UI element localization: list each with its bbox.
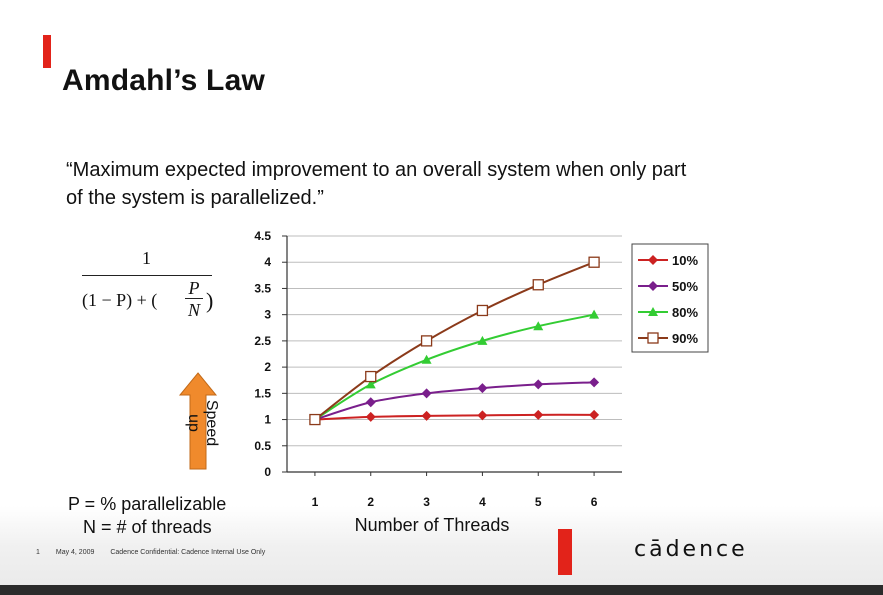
data-point-10pct [533, 409, 544, 420]
x-tick-label: 5 [535, 495, 542, 509]
x-tick-label: 4 [479, 495, 486, 509]
data-point-90pct [588, 256, 600, 268]
y-tick-label: 3 [264, 308, 271, 322]
legend-label: 90% [672, 331, 698, 346]
data-point-10pct [477, 410, 488, 421]
y-tick-label: 2 [264, 360, 271, 374]
cadence-logo: cādence [634, 537, 748, 562]
y-tick-label: 1 [264, 413, 271, 427]
x-axis-label: Number of Threads [355, 515, 510, 535]
slide: Amdahl’s Law “Maximum expected improveme… [0, 0, 883, 595]
footer-confidential: Cadence Confidential: Cadence Internal U… [110, 549, 266, 556]
data-point-50pct [589, 377, 600, 388]
y-tick-label: 4.5 [254, 229, 271, 243]
y-tick-label: 2.5 [254, 334, 271, 348]
data-point-10pct [589, 409, 600, 420]
y-tick-label: 4 [264, 255, 271, 269]
data-point-50pct [477, 383, 488, 394]
data-point-90pct [309, 413, 321, 426]
data-point-90pct [365, 370, 377, 383]
x-tick-label: 1 [312, 495, 319, 509]
data-point-10pct [365, 411, 376, 422]
y-tick-label: 3.5 [254, 281, 271, 295]
series-line-10pct [314, 413, 595, 421]
footer-accent-bar [558, 529, 572, 575]
footer-date: May 4, 2009 [55, 549, 95, 556]
legend-label: 10% [672, 253, 698, 268]
y-tick-label: 1.5 [254, 386, 271, 400]
x-tick-label: 3 [423, 495, 430, 509]
y-tick-label: 0.5 [254, 439, 271, 453]
footer-page-number: 1 [36, 549, 40, 556]
data-point-90pct [532, 279, 544, 291]
data-point-90pct [420, 335, 433, 347]
y-tick-label: 0 [264, 465, 271, 479]
bottom-strip [0, 585, 883, 595]
x-tick-label: 6 [591, 495, 598, 509]
legend-label: 80% [672, 305, 698, 320]
legend-marker [647, 332, 659, 344]
data-point-90pct [476, 304, 489, 317]
x-tick-label: 2 [367, 495, 374, 509]
data-point-50pct [365, 397, 376, 408]
data-point-50pct [421, 388, 432, 399]
footer: 1 May 4, 2009 Cadence Confidential: Cade… [36, 549, 279, 556]
speedup-chart: 0 0.5 1 1.5 2 2.5 3 3.5 4 4.5 1 2 3 4 5 6 Number of Thre… [254, 229, 709, 535]
legend-label: 50% [672, 279, 698, 294]
data-point-50pct [533, 379, 544, 390]
